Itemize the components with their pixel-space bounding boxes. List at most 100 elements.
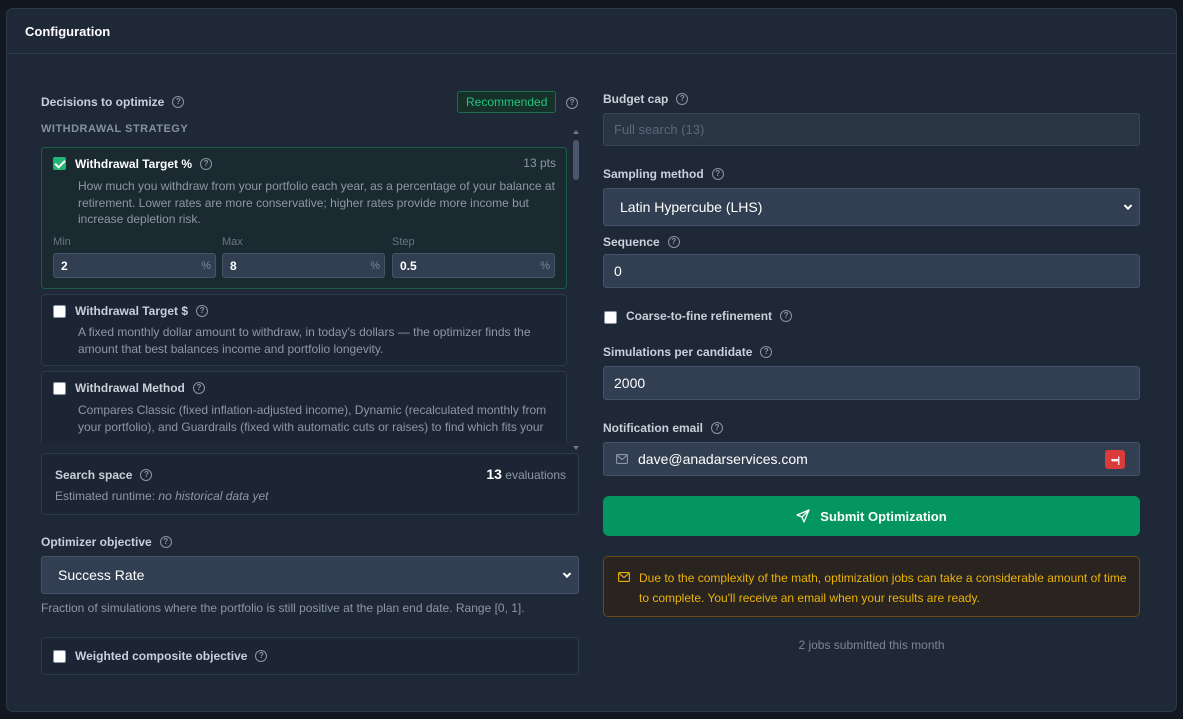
recommended-badge[interactable]: Recommended	[457, 91, 557, 113]
max-label: Max	[222, 236, 243, 248]
help-icon[interactable]: ?	[192, 382, 205, 394]
step-value: 0.5	[400, 259, 417, 273]
card-title: Withdrawal Target $	[75, 304, 189, 318]
simulations-label-row: Simulations per candidate ?	[603, 345, 773, 359]
card-title-row: Withdrawal Method ?	[75, 381, 205, 395]
objective-label-row: Optimizer objective ?	[41, 535, 172, 549]
decisions-list[interactable]: Withdrawal Target % ? 13 pts How much yo…	[41, 147, 569, 443]
simulations-input[interactable]: 2000	[603, 366, 1140, 400]
help-icon[interactable]: ?	[255, 650, 268, 662]
evaluations-suffix: evaluations	[505, 468, 566, 482]
card-description: How much you withdraw from your portfoli…	[78, 179, 555, 226]
simulations-value: 2000	[614, 375, 646, 391]
objective-hint: Fraction of simulations where the portfo…	[41, 601, 525, 615]
email-label-row: Notification email ?	[603, 421, 724, 435]
card-title: Withdrawal Method	[75, 381, 185, 395]
section-caption: WITHDRAWAL STRATEGY	[41, 123, 189, 135]
search-space-label-row: Search space ?	[55, 468, 153, 482]
help-icon[interactable]: ?	[667, 236, 680, 248]
withdrawal-target-pct-checkbox[interactable]	[53, 157, 66, 170]
send-icon	[796, 509, 810, 523]
notice-text: Due to the complexity of the math, optim…	[639, 571, 1127, 605]
card-description: Compares Classic (fixed inflation-adjust…	[78, 403, 547, 434]
refinement-label-row: Coarse-to-fine refinement ?	[626, 309, 793, 323]
budget-placeholder: Full search (13)	[614, 122, 705, 137]
withdrawal-method-checkbox[interactable]	[53, 382, 66, 395]
refinement-label: Coarse-to-fine refinement	[626, 309, 773, 323]
help-icon[interactable]: ?	[140, 469, 153, 481]
sequence-value: 0	[614, 263, 622, 279]
decision-card-withdrawal-method[interactable]: Withdrawal Method ? Compares Classic (fi…	[41, 371, 567, 443]
notice-banner: Due to the complexity of the math, optim…	[603, 556, 1140, 617]
help-icon[interactable]: ?	[200, 158, 213, 170]
scroll-down-arrow[interactable]	[573, 446, 579, 450]
weighted-composite-checkbox[interactable]	[53, 650, 66, 663]
runtime-row: Estimated runtime: no historical data ye…	[55, 489, 268, 503]
card-description: A fixed monthly dollar amount to withdra…	[78, 325, 531, 356]
decisions-label: Decisions to optimize	[41, 95, 165, 109]
budget-label: Budget cap	[603, 92, 669, 106]
configuration-panel: Configuration Decisions to optimize ? Re…	[6, 8, 1177, 712]
help-icon[interactable]: ?	[711, 168, 724, 180]
help-icon[interactable]: ?	[566, 97, 578, 109]
help-icon[interactable]: ?	[172, 96, 185, 108]
min-value: 2	[61, 259, 68, 273]
help-icon[interactable]: ?	[711, 422, 724, 434]
objective-selected: Success Rate	[58, 567, 145, 583]
help-icon[interactable]: ?	[159, 536, 172, 548]
budget-cap-input[interactable]: Full search (13)	[603, 113, 1140, 146]
card-title-row: Withdrawal Target % ?	[75, 157, 213, 171]
password-manager-icon[interactable]: •••|	[1105, 450, 1125, 469]
sequence-label-row: Sequence ?	[603, 235, 680, 249]
help-icon[interactable]: ?	[760, 346, 773, 358]
scroll-up-arrow[interactable]	[573, 130, 579, 134]
notification-email-input[interactable]: dave@anadarservices.com •••|	[603, 442, 1140, 476]
card-title: Withdrawal Target %	[75, 157, 193, 171]
min-input[interactable]: 2 %	[53, 253, 216, 278]
objective-select[interactable]: Success Rate	[41, 556, 579, 594]
mail-icon	[616, 454, 628, 464]
sequence-label: Sequence	[603, 235, 660, 249]
help-icon[interactable]: ?	[780, 310, 793, 322]
panel-header: Configuration	[7, 9, 1176, 54]
submit-optimization-button[interactable]: Submit Optimization	[603, 496, 1140, 536]
percent-unit: %	[201, 260, 211, 272]
chevron-down-icon	[1123, 201, 1133, 211]
sampling-label-row: Sampling method ?	[603, 167, 724, 181]
evaluations-number: 13	[486, 466, 502, 482]
refinement-checkbox[interactable]	[604, 311, 617, 324]
decision-card-withdrawal-target-dollar[interactable]: Withdrawal Target $ ? A fixed monthly do…	[41, 294, 567, 366]
simulations-label: Simulations per candidate	[603, 345, 753, 359]
panel-title: Configuration	[25, 23, 111, 39]
max-input[interactable]: 8 %	[222, 253, 385, 278]
scroll-thumb[interactable]	[573, 140, 579, 180]
weighted-composite-label-row: Weighted composite objective ?	[75, 649, 268, 663]
weighted-composite-box[interactable]: Weighted composite objective ?	[41, 637, 579, 675]
email-label: Notification email	[603, 421, 704, 435]
sampling-selected: Latin Hypercube (LHS)	[620, 199, 763, 215]
percent-unit: %	[540, 260, 550, 272]
help-icon[interactable]: ?	[676, 93, 689, 105]
search-space-label: Search space	[55, 468, 133, 482]
sampling-label: Sampling method	[603, 167, 704, 181]
help-icon[interactable]: ?	[196, 305, 209, 317]
objective-label: Optimizer objective	[41, 535, 152, 549]
decisions-label-row: Decisions to optimize ?	[41, 95, 185, 109]
sequence-input[interactable]: 0	[603, 254, 1140, 288]
step-input[interactable]: 0.5 %	[392, 253, 555, 278]
chevron-down-icon	[562, 569, 572, 579]
max-value: 8	[230, 259, 237, 273]
withdrawal-target-dollar-checkbox[interactable]	[53, 305, 66, 318]
budget-label-row: Budget cap ?	[603, 92, 689, 106]
points-label: 13 pts	[523, 156, 556, 170]
step-label: Step	[392, 236, 415, 248]
percent-unit: %	[370, 260, 380, 272]
evaluations-count: 13 evaluations	[486, 466, 566, 482]
card-title-row: Withdrawal Target $ ?	[75, 304, 209, 318]
weighted-composite-label: Weighted composite objective	[75, 649, 248, 663]
decisions-scrollbar[interactable]	[572, 130, 580, 450]
sampling-method-select[interactable]: Latin Hypercube (LHS)	[603, 188, 1140, 226]
decision-card-withdrawal-target-pct[interactable]: Withdrawal Target % ? 13 pts How much yo…	[41, 147, 567, 289]
mail-icon	[618, 572, 630, 582]
submit-label: Submit Optimization	[820, 508, 947, 524]
